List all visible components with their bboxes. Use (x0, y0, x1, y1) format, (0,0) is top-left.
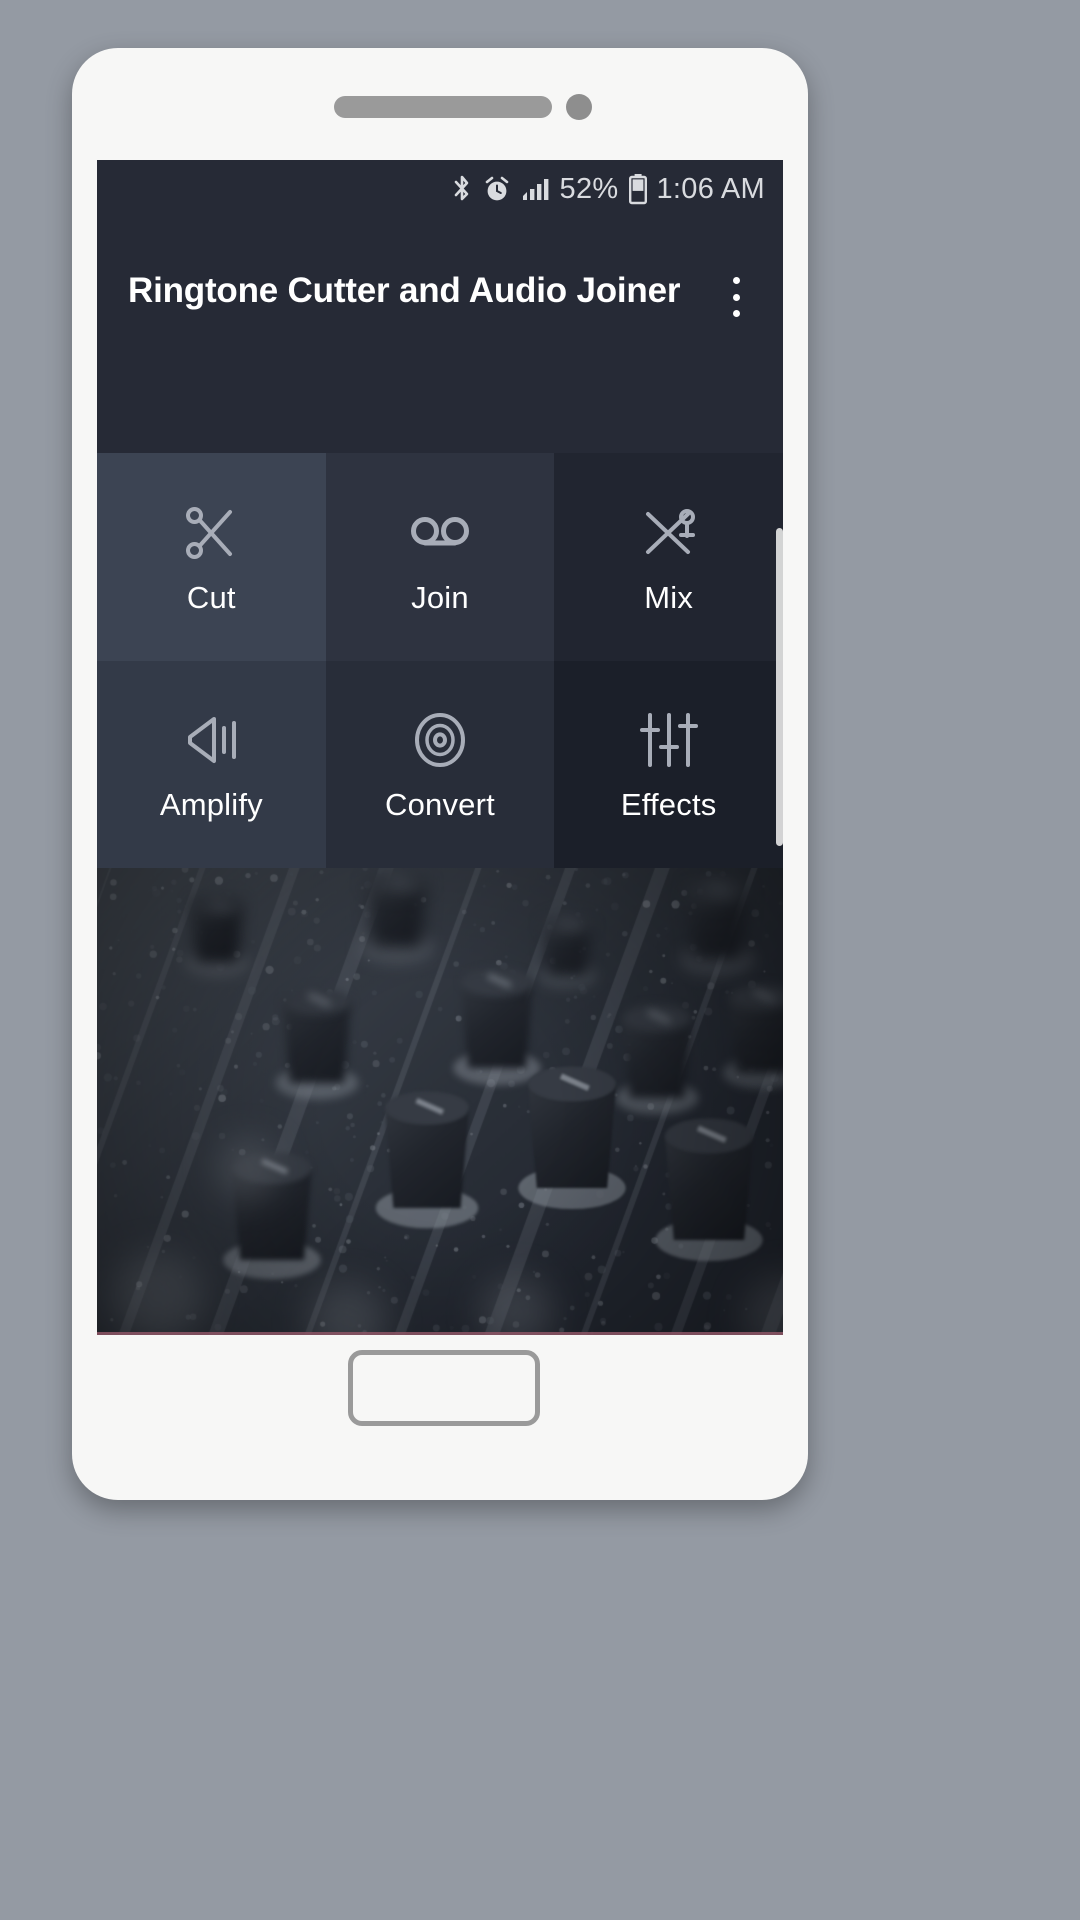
phone-screen: 52% 1:06 AM Ringtone Cutter and Audio Jo… (97, 160, 783, 1335)
overflow-dot (733, 310, 740, 317)
tile-label: Mix (644, 580, 693, 616)
photo-accent-line (97, 1332, 783, 1335)
cellular-signal-icon (521, 176, 551, 202)
overflow-dot (733, 294, 740, 301)
alarm-clock-icon (482, 174, 512, 204)
status-bar: 52% 1:06 AM (97, 160, 783, 218)
app-bar: Ringtone Cutter and Audio Joiner (97, 218, 783, 453)
bluetooth-icon (451, 174, 473, 204)
tile-label: Amplify (160, 787, 263, 823)
feature-tile-grid: Cut Join Mix Amplify Convert Effects (97, 453, 783, 868)
clock-time-label: 1:06 AM (657, 173, 766, 206)
scrollbar-thumb[interactable] (776, 528, 783, 846)
tile-cut[interactable]: Cut (97, 453, 326, 661)
volume-up-icon (176, 705, 246, 775)
disc-record-icon (405, 705, 475, 775)
tile-label: Join (411, 580, 469, 616)
tile-join[interactable]: Join (326, 453, 555, 661)
mixer-photo (97, 868, 783, 1335)
battery-percent-label: 52% (560, 173, 619, 206)
scrollbar-track[interactable] (776, 160, 783, 1335)
page-title: Ringtone Cutter and Audio Joiner (128, 271, 680, 311)
overflow-menu-icon[interactable] (717, 273, 755, 321)
battery-icon (628, 173, 648, 205)
speaker-grille-icon (334, 96, 552, 118)
tile-convert[interactable]: Convert (326, 661, 555, 869)
home-button[interactable] (348, 1350, 540, 1426)
scissors-icon (176, 498, 246, 568)
tile-effects[interactable]: Effects (554, 661, 783, 869)
tile-amplify[interactable]: Amplify (97, 661, 326, 869)
voicemail-icon (405, 498, 475, 568)
front-camera-icon (566, 94, 592, 120)
phone-frame: 52% 1:06 AM Ringtone Cutter and Audio Jo… (72, 48, 808, 1500)
phone-top-bezel (72, 48, 808, 160)
overflow-dot (733, 277, 740, 284)
tile-label: Cut (187, 580, 236, 616)
tile-label: Effects (621, 787, 717, 823)
mixer-photo-canvas (97, 868, 783, 1335)
tile-label: Convert (385, 787, 495, 823)
tile-mix[interactable]: Mix (554, 453, 783, 661)
shuffle-mix-icon (634, 498, 704, 568)
equalizer-icon (634, 705, 704, 775)
